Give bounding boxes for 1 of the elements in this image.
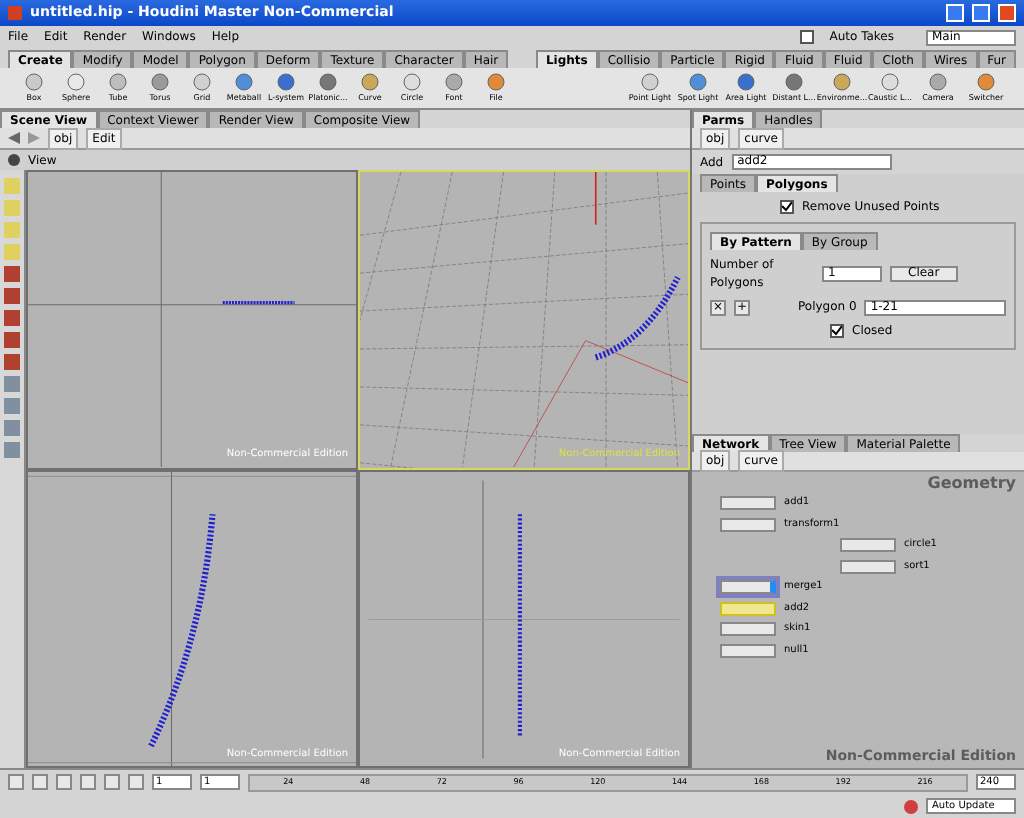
network-context: Geometry	[927, 472, 1016, 496]
